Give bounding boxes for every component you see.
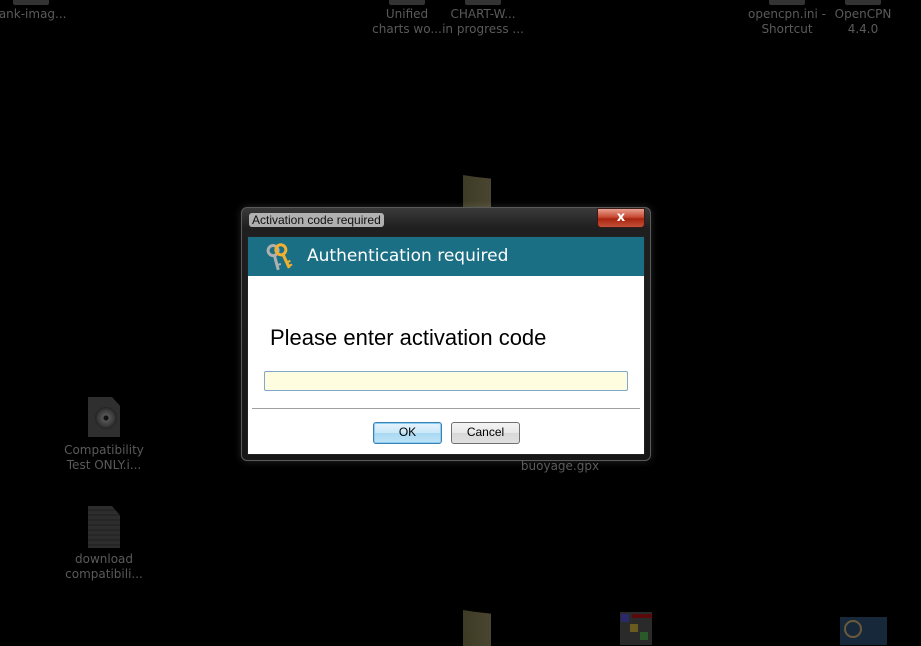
text-file-icon <box>88 506 120 548</box>
ok-button[interactable]: OK <box>373 422 442 444</box>
activation-dialog: Activation code required x Authenticatio… <box>241 207 651 461</box>
control-panel-icon <box>844 620 862 638</box>
keys-icon <box>266 243 293 271</box>
desktop-icon-control-panel[interactable] <box>840 617 887 645</box>
icon-label: Test ONLY.i... <box>66 458 142 472</box>
diagram-icon <box>620 612 652 645</box>
close-icon: x <box>616 210 626 225</box>
icon-label: CHART-W... <box>450 7 516 21</box>
activation-code-input[interactable] <box>264 371 628 391</box>
shortcut-icon <box>465 0 501 5</box>
banner-title: Authentication required <box>307 246 509 266</box>
close-button[interactable]: x <box>597 208 645 228</box>
desktop-folder-bottom[interactable] <box>432 610 522 646</box>
desktop-icon-download-compatibility[interactable]: download compatibili... <box>59 506 149 582</box>
desktop-folder[interactable] <box>432 175 522 211</box>
desktop-icon-chart-work[interactable]: CHART-W... in progress ... <box>438 0 528 37</box>
icon-label: Compatibility <box>64 443 144 457</box>
icon-label: in progress ... <box>442 22 524 36</box>
opencpn-app-icon <box>845 0 881 5</box>
desktop-icon-network-diagram[interactable] <box>620 612 652 645</box>
desktop-icon-buoyage-gpx[interactable]: buoyage.gpx <box>515 459 605 474</box>
icon-label: lank-imag... <box>0 7 67 21</box>
icon-label: 4.4.0 <box>847 22 879 36</box>
shortcut-icon <box>769 0 805 5</box>
desktop-icon-opencpn[interactable]: OpenCPN 4.4.0 <box>818 0 908 37</box>
cancel-button[interactable]: Cancel <box>451 422 520 444</box>
image-file-icon <box>13 0 49 5</box>
prompt-text: Please enter activation code <box>270 325 547 350</box>
shortcut-icon <box>389 0 425 5</box>
icon-label: OpenCPN <box>834 7 892 21</box>
divider <box>252 408 640 409</box>
dialog-window-title: Activation code required <box>249 213 384 227</box>
desktop-icon-blank-image[interactable]: lank-imag... <box>0 0 76 22</box>
disc-image-icon <box>88 397 120 437</box>
auth-banner: Authentication required <box>248 237 644 276</box>
icon-label: compatibili... <box>65 567 143 581</box>
dialog-client-area: Authentication required Please enter act… <box>247 236 645 455</box>
folder-icon <box>463 175 491 211</box>
desktop-icon-compatibility-test[interactable]: Compatibility Test ONLY.i... <box>59 397 149 473</box>
icon-label: buoyage.gpx <box>520 459 600 473</box>
folder-icon <box>463 610 491 646</box>
icon-label: download <box>74 552 134 566</box>
